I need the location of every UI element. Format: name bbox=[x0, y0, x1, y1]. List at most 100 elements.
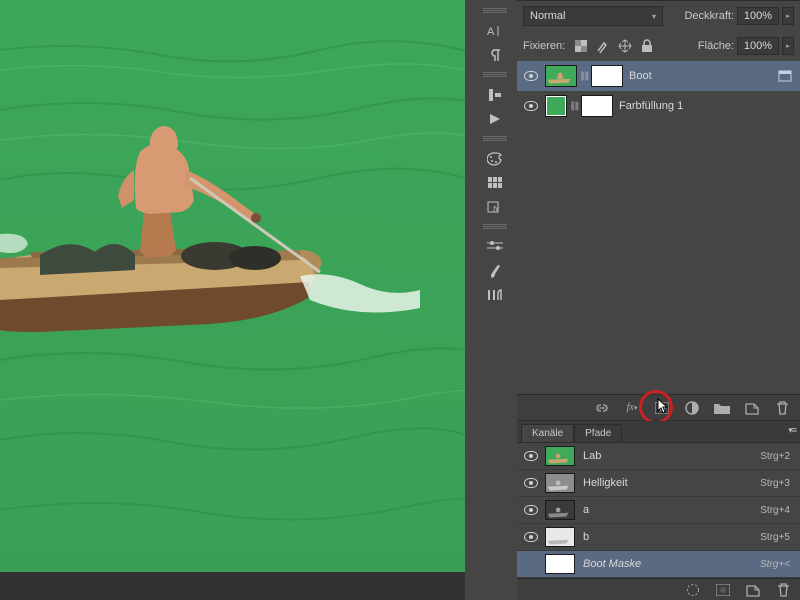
eye-icon bbox=[524, 101, 538, 111]
layers-panel: Normal ▾ Deckkraft: 100% ▸ Fixieren: Flä… bbox=[517, 0, 800, 420]
lock-label: Fixieren: bbox=[523, 40, 565, 52]
new-layer-icon[interactable] bbox=[744, 400, 760, 416]
delete-layer-icon[interactable] bbox=[774, 400, 790, 416]
channel-row[interactable]: aStrg+4 bbox=[517, 497, 800, 524]
layers-options-row: Normal ▾ Deckkraft: 100% ▸ bbox=[517, 1, 800, 31]
layer-thumbnail[interactable] bbox=[545, 65, 577, 87]
actions-play-icon[interactable] bbox=[482, 108, 508, 130]
channels-tabs: Kanäle Pfade ▾≡ bbox=[517, 421, 800, 443]
canvas[interactable] bbox=[0, 0, 465, 572]
panels-area: Normal ▾ Deckkraft: 100% ▸ Fixieren: Flä… bbox=[517, 0, 800, 600]
channel-name: Lab bbox=[583, 450, 760, 462]
new-group-icon[interactable] bbox=[714, 400, 730, 416]
layer-mask-thumbnail[interactable] bbox=[591, 65, 623, 87]
panel-menu-icon[interactable]: ▾≡ bbox=[788, 425, 796, 436]
save-selection-icon[interactable] bbox=[716, 583, 730, 597]
dock-grip bbox=[483, 136, 507, 142]
dock-grip bbox=[483, 8, 507, 14]
canvas-pasteboard bbox=[0, 572, 465, 600]
channel-shortcut: Strg+5 bbox=[760, 532, 800, 543]
layer-name[interactable]: Boot bbox=[629, 70, 770, 82]
brush-presets-icon[interactable] bbox=[482, 284, 508, 306]
link-mask-icon[interactable]: ⛓ bbox=[579, 71, 589, 82]
blend-mode-value: Normal bbox=[530, 10, 565, 22]
channel-shortcut: Strg+< bbox=[760, 559, 800, 570]
fill-label: Fläche: bbox=[698, 40, 734, 52]
layer-row[interactable]: ⛓ Boot bbox=[517, 61, 800, 91]
channel-thumbnail[interactable] bbox=[545, 500, 575, 520]
channel-row[interactable]: HelligkeitStrg+3 bbox=[517, 470, 800, 497]
paragraph-icon[interactable] bbox=[482, 44, 508, 66]
dock-grip bbox=[483, 224, 507, 230]
opacity-flyout-icon[interactable]: ▸ bbox=[782, 7, 794, 25]
svg-text:A: A bbox=[487, 26, 495, 38]
channel-shortcut: Strg+4 bbox=[760, 505, 800, 516]
layer-thumbnail[interactable] bbox=[545, 95, 567, 117]
styles-fx-icon[interactable]: fx bbox=[482, 196, 508, 218]
chevron-down-icon: ▾ bbox=[652, 12, 656, 21]
channel-list[interactable]: LabStrg+2HelligkeitStrg+3aStrg+4bStrg+5B… bbox=[517, 443, 800, 578]
visibility-toggle[interactable] bbox=[517, 451, 545, 461]
channel-thumbnail[interactable] bbox=[545, 473, 575, 493]
adjustment-layer-icon[interactable] bbox=[684, 400, 700, 416]
opacity-label: Deckkraft: bbox=[684, 10, 734, 22]
fill-flyout-icon[interactable]: ▸ bbox=[782, 37, 794, 55]
channel-shortcut: Strg+3 bbox=[760, 478, 800, 489]
type-vertical-icon[interactable]: A bbox=[482, 20, 508, 42]
layer-style-fx-icon[interactable]: fx▾ bbox=[624, 400, 640, 416]
visibility-toggle[interactable] bbox=[517, 505, 545, 515]
visibility-toggle[interactable] bbox=[517, 101, 545, 111]
channels-panel-footer bbox=[517, 578, 800, 600]
visibility-toggle[interactable] bbox=[517, 532, 545, 542]
layer-row[interactable]: ⛓ Farbfüllung 1 bbox=[517, 91, 800, 121]
channel-thumbnail[interactable] bbox=[545, 446, 575, 466]
svg-text:fx: fx bbox=[493, 205, 500, 214]
panel-toggle-icon[interactable] bbox=[482, 84, 508, 106]
layers-panel-footer: fx▾ bbox=[517, 394, 800, 420]
visibility-toggle[interactable] bbox=[517, 478, 545, 488]
lock-all-icon[interactable] bbox=[639, 38, 655, 54]
channel-row[interactable]: LabStrg+2 bbox=[517, 443, 800, 470]
channel-name: a bbox=[583, 504, 760, 516]
new-channel-icon[interactable] bbox=[746, 583, 760, 597]
brush-icon[interactable] bbox=[482, 260, 508, 282]
dock-grip bbox=[483, 72, 507, 78]
layer-mask-thumbnail[interactable] bbox=[581, 95, 613, 117]
load-selection-icon[interactable] bbox=[686, 583, 700, 597]
delete-channel-icon[interactable] bbox=[776, 583, 790, 597]
eye-icon bbox=[524, 505, 538, 515]
layer-filter-icon[interactable] bbox=[770, 70, 800, 82]
adjustments-sliders-icon[interactable] bbox=[482, 236, 508, 258]
channel-name: Boot Maske bbox=[583, 558, 760, 570]
channel-row[interactable]: bStrg+5 bbox=[517, 524, 800, 551]
visibility-toggle[interactable] bbox=[517, 71, 545, 81]
add-mask-icon[interactable] bbox=[654, 400, 670, 416]
layer-list[interactable]: ⛓ Boot ⛓ Farbfüllung 1 bbox=[517, 61, 800, 394]
channel-name: b bbox=[583, 531, 760, 543]
layer-name[interactable]: Farbfüllung 1 bbox=[619, 100, 770, 112]
fill-input[interactable]: 100% bbox=[737, 37, 779, 55]
opacity-input[interactable]: 100% bbox=[737, 7, 779, 25]
lock-transparency-icon[interactable] bbox=[573, 38, 589, 54]
tab-paths[interactable]: Pfade bbox=[574, 424, 622, 442]
channel-row[interactable]: Boot MaskeStrg+< bbox=[517, 551, 800, 578]
channel-thumbnail[interactable] bbox=[545, 554, 575, 574]
link-layers-icon[interactable] bbox=[594, 400, 610, 416]
eye-icon bbox=[524, 71, 538, 81]
link-mask-icon[interactable]: ⛓ bbox=[569, 101, 579, 112]
channel-name: Helligkeit bbox=[583, 477, 760, 489]
tab-channels[interactable]: Kanäle bbox=[521, 424, 574, 442]
color-palette-icon[interactable] bbox=[482, 148, 508, 170]
eye-icon bbox=[524, 478, 538, 488]
panel-dock-strip: A fx bbox=[478, 0, 512, 600]
channels-panel: Kanäle Pfade ▾≡ LabStrg+2HelligkeitStrg+… bbox=[517, 420, 800, 600]
eye-icon bbox=[524, 532, 538, 542]
layers-lock-row: Fixieren: Fläche: 100% ▸ bbox=[517, 31, 800, 61]
channel-thumbnail[interactable] bbox=[545, 527, 575, 547]
eye-icon bbox=[524, 451, 538, 461]
lock-pixels-icon[interactable] bbox=[595, 38, 611, 54]
blend-mode-select[interactable]: Normal ▾ bbox=[523, 6, 663, 26]
swatches-icon[interactable] bbox=[482, 172, 508, 194]
lock-position-icon[interactable] bbox=[617, 38, 633, 54]
channel-shortcut: Strg+2 bbox=[760, 451, 800, 462]
